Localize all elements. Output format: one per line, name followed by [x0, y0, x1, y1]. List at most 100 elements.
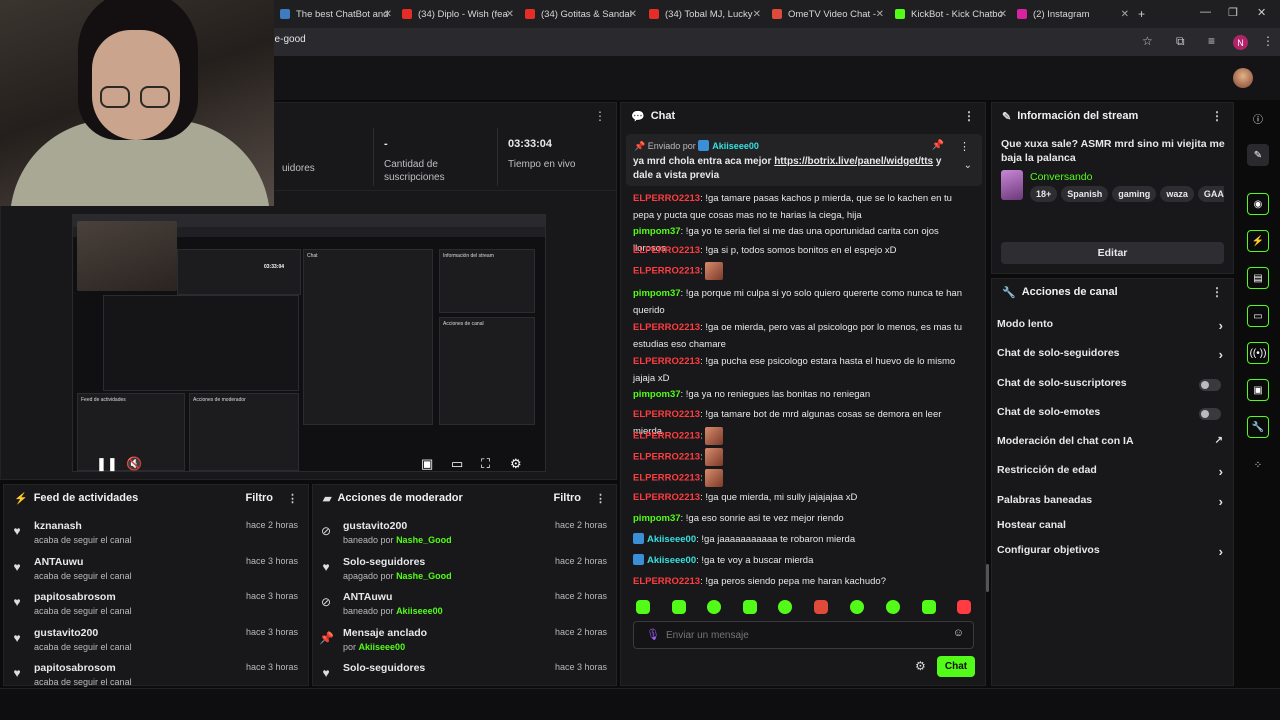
browser-tab[interactable]: The best ChatBot and ✕: [280, 4, 392, 24]
activity-item[interactable]: ♥ ANTAuwu acaba de seguir el canal hace 3 h…: [10, 556, 300, 590]
browser-tab[interactable]: OmeTV Video Chat - ✕: [772, 4, 884, 24]
chat-username[interactable]: ELPERRO2213: [633, 266, 700, 277]
chat-username[interactable]: ELPERRO2213: [633, 492, 700, 503]
close-window-icon[interactable]: ✕: [1257, 6, 1266, 19]
tab-close-icon[interactable]: ✕: [876, 9, 884, 20]
activity-item[interactable]: ♥ papitosabrosom acaba de seguir el canal h…: [10, 591, 300, 625]
stream-info-menu-icon[interactable]: ⋮: [1211, 109, 1223, 123]
channel-action-item[interactable]: Chat de solo-emotes: [997, 406, 1227, 424]
chat-username[interactable]: ELPERRO2213: [633, 473, 700, 484]
emoji-icon[interactable]: ☺: [953, 627, 964, 639]
tools-rail-icon[interactable]: 🔧: [1247, 416, 1269, 438]
stats-menu-icon[interactable]: ⋮: [594, 109, 606, 123]
mod-filter-button[interactable]: Filtro: [554, 492, 582, 504]
dots-rail-icon[interactable]: ⁘: [1247, 454, 1269, 476]
chat-input-box[interactable]: 🎙 ☺: [633, 621, 974, 649]
pinned-user[interactable]: Akiiseee00: [712, 141, 759, 151]
mod-action-by[interactable]: Akiiseee00: [396, 606, 443, 616]
activity-item[interactable]: ♥ kznanash acaba de seguir el canal hace 2 …: [10, 520, 300, 554]
chat-rail-icon[interactable]: ▭: [1247, 305, 1269, 327]
chat-username[interactable]: ELPERRO2213: [633, 409, 700, 420]
chat-input[interactable]: [666, 627, 946, 643]
chat-menu-icon[interactable]: ⋮: [963, 109, 975, 123]
emote-5[interactable]: [778, 600, 792, 614]
emote-6[interactable]: [814, 600, 828, 614]
stream-preview[interactable]: Chat Información del stream Acciones de …: [72, 214, 546, 472]
pause-icon[interactable]: ❚❚: [96, 456, 118, 472]
chat-username[interactable]: pimpom37: [633, 389, 681, 400]
browser-tab[interactable]: (2) Instagram ✕: [1017, 4, 1129, 24]
pip-icon[interactable]: ▣: [421, 456, 433, 472]
chat-username[interactable]: ELPERRO2213: [633, 431, 700, 442]
camera-rail-icon[interactable]: ◉: [1247, 193, 1269, 215]
emote-1[interactable]: [636, 600, 650, 614]
queue-icon[interactable]: ≡: [1208, 34, 1215, 48]
toggle-switch[interactable]: [1199, 379, 1221, 391]
mute-icon[interactable]: 🔇: [126, 456, 142, 472]
chat-username[interactable]: ELPERRO2213: [633, 576, 700, 587]
chat-username[interactable]: Akiiseee00: [647, 555, 696, 566]
chat-username[interactable]: Akiiseee00: [647, 534, 696, 545]
stream-tag[interactable]: waza: [1160, 186, 1194, 202]
activity-user[interactable]: papitosabrosom: [34, 662, 116, 674]
activity-menu-icon[interactable]: ⋮: [287, 492, 298, 505]
minimize-icon[interactable]: —: [1200, 6, 1211, 18]
channel-action-item[interactable]: Configurar objetivos ›: [997, 544, 1227, 562]
browser-tab[interactable]: KickBot - Kick Chatbo ✕: [895, 4, 1007, 24]
users-rail-icon[interactable]: ▣: [1247, 379, 1269, 401]
chat-username[interactable]: pimpom37: [633, 513, 681, 524]
emote-3[interactable]: [707, 600, 721, 614]
fullscreen-icon[interactable]: ⛶: [481, 456, 490, 472]
activity-user[interactable]: ANTAuwu: [34, 556, 83, 568]
bolt-rail-icon[interactable]: ⚡: [1247, 230, 1269, 252]
channel-action-item[interactable]: Restricción de edad ›: [997, 464, 1227, 482]
browser-tab[interactable]: (34) Diplo - Wish (fea ✕: [402, 4, 514, 24]
stream-tag[interactable]: 18+: [1030, 186, 1058, 202]
channel-actions-menu-icon[interactable]: ⋮: [1211, 285, 1223, 299]
tab-close-icon[interactable]: ✕: [1121, 9, 1129, 20]
mod-action-item[interactable]: ⊘ ANTAuwu baneado por Akiiseee00 hace 2 hor…: [319, 591, 609, 625]
mod-action-by[interactable]: Nashe_Good: [396, 535, 452, 545]
microphone-icon[interactable]: 🎙: [646, 628, 660, 641]
chat-settings-icon[interactable]: ⚙: [915, 659, 926, 673]
activity-user[interactable]: papitosabrosom: [34, 591, 116, 603]
stream-tag[interactable]: Spanish: [1061, 186, 1109, 202]
channel-action-item[interactable]: Chat de solo-seguidores ›: [997, 347, 1227, 365]
chat-username[interactable]: ELPERRO2213: [633, 245, 700, 256]
info-icon[interactable]: ⓘ: [1247, 107, 1269, 129]
stream-tag[interactable]: GAAAAA: [1197, 186, 1224, 202]
chat-username[interactable]: ELPERRO2213: [633, 452, 700, 463]
tab-close-icon[interactable]: ✕: [629, 9, 637, 20]
unpin-icon[interactable]: 📌: [932, 140, 944, 151]
profile-avatar[interactable]: N: [1233, 35, 1248, 50]
bookmark-star-icon[interactable]: ☆: [1142, 34, 1153, 48]
channel-action-item[interactable]: Hostear canal: [997, 519, 1227, 537]
mod-action-item[interactable]: ♥ Solo-seguidores apagado por Nashe_Good ha…: [319, 556, 609, 590]
extensions-icon[interactable]: ⧉: [1176, 34, 1185, 49]
category-link[interactable]: Conversando: [1030, 171, 1092, 183]
browser-tab[interactable]: (34) Gotitas & Sandal ✕: [525, 4, 637, 24]
mod-action-by[interactable]: Akiiseee00: [359, 642, 406, 652]
mod-menu-icon[interactable]: ⋮: [595, 492, 606, 505]
tab-close-icon[interactable]: ✕: [999, 9, 1007, 20]
channel-action-item[interactable]: Moderación del chat con IA ↗: [997, 435, 1227, 453]
mod-action-item[interactable]: ⊘ gustavito200 baneado por Nashe_Good hace …: [319, 520, 609, 554]
category-thumbnail[interactable]: [1001, 170, 1023, 200]
emote-9[interactable]: [922, 600, 936, 614]
chevron-down-icon[interactable]: ⌄: [964, 160, 972, 171]
emote-7[interactable]: [850, 600, 864, 614]
emote-10[interactable]: [957, 600, 971, 614]
chat-send-button[interactable]: Chat: [937, 656, 975, 677]
tab-close-icon[interactable]: ✕: [753, 9, 761, 20]
new-tab-icon[interactable]: +: [1138, 7, 1145, 21]
chat-username[interactable]: pimpom37: [633, 288, 681, 299]
edit-rail-icon[interactable]: ✎: [1247, 144, 1269, 166]
emote-8[interactable]: [886, 600, 900, 614]
list-rail-icon[interactable]: ▤: [1247, 267, 1269, 289]
settings-gear-icon[interactable]: ⚙: [510, 456, 522, 472]
channel-action-item[interactable]: Palabras baneadas ›: [997, 494, 1227, 512]
chat-username[interactable]: ELPERRO2213: [633, 356, 700, 367]
activity-user[interactable]: gustavito200: [34, 627, 98, 639]
browser-menu-icon[interactable]: ⋮: [1262, 34, 1274, 48]
browser-tab[interactable]: (34) Tobal MJ, Lucky ✕: [649, 4, 761, 24]
